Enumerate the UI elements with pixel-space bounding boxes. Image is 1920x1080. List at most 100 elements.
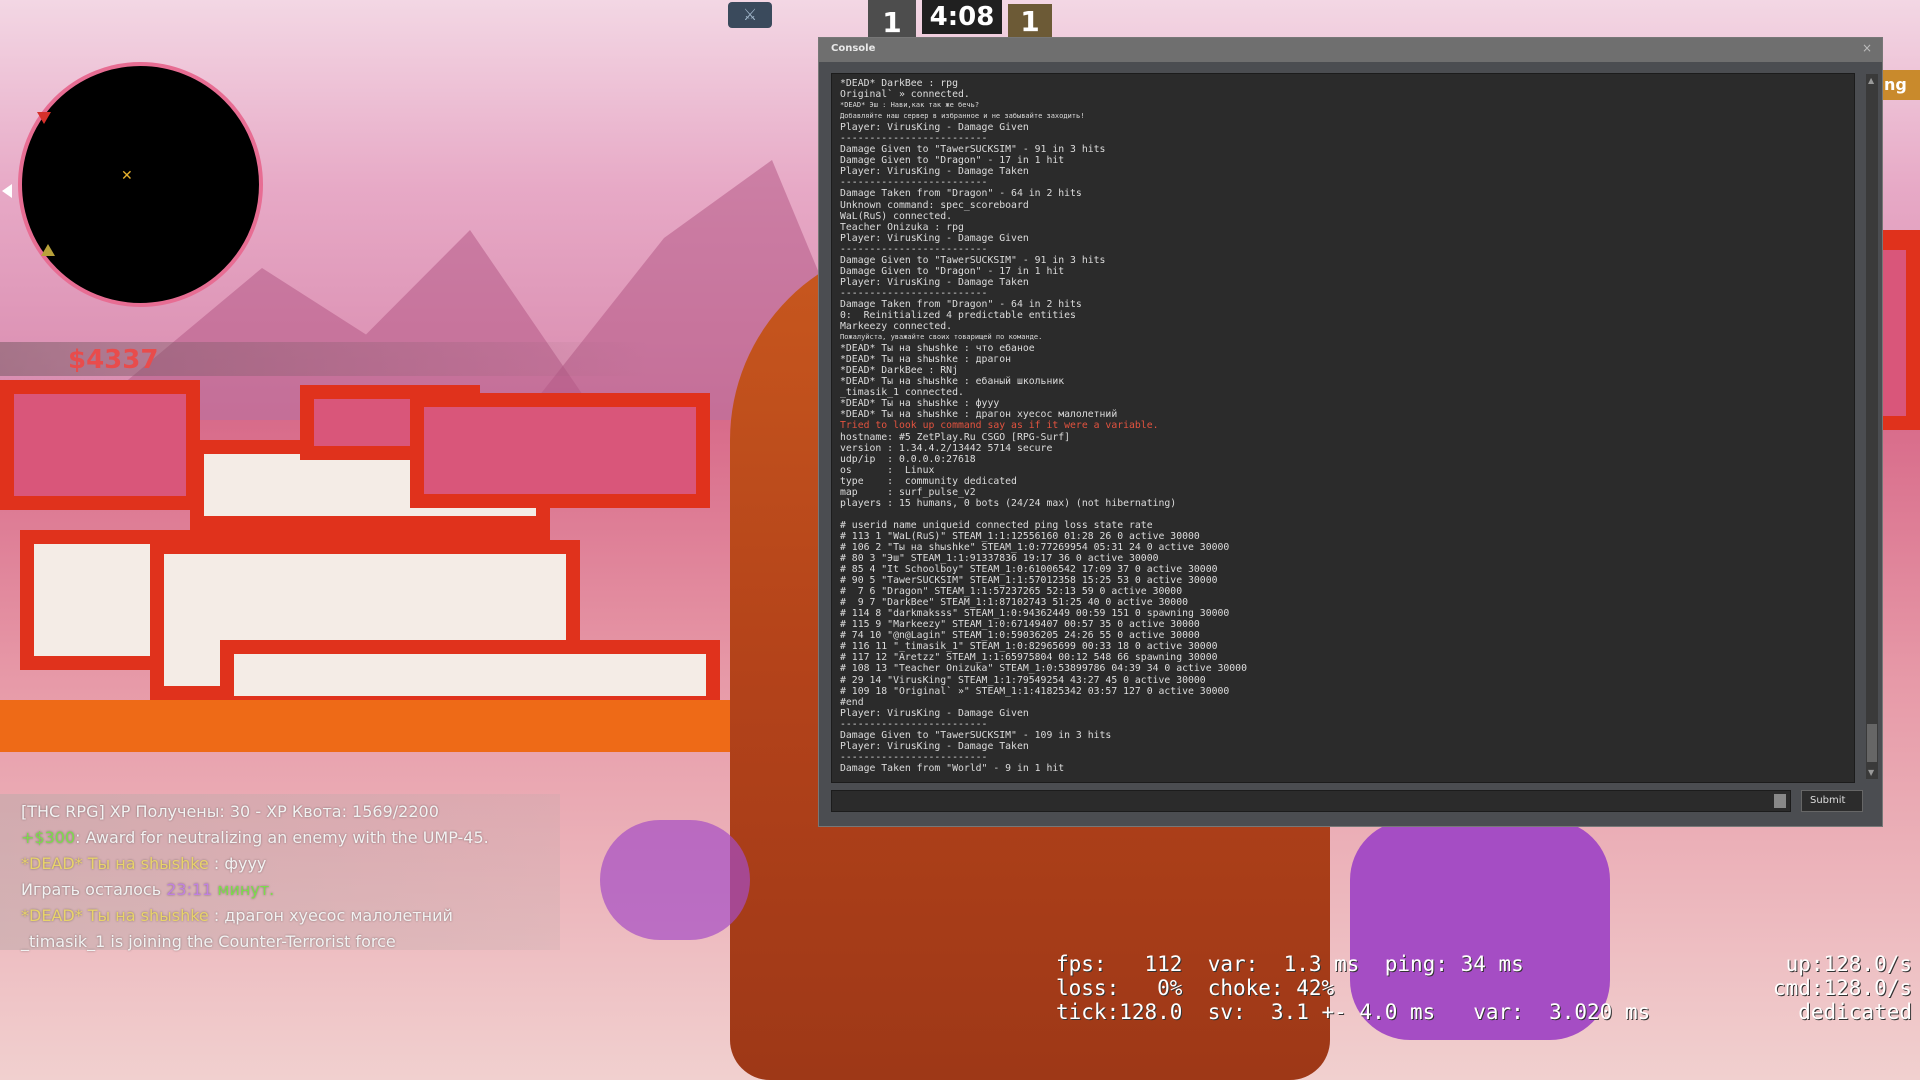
console-line: -------------------------	[840, 177, 988, 189]
console-line: Markeezy connected.	[840, 321, 953, 333]
chat-segment: +$300	[21, 828, 76, 847]
console-line: -------------------------	[840, 718, 988, 730]
close-icon[interactable]: ×	[1862, 41, 1872, 55]
console-line: *DEAD* Ты на shыshke : драгон	[840, 354, 1012, 366]
platform-block	[0, 380, 200, 510]
scroll-thumb[interactable]	[1867, 724, 1877, 762]
console-line: # 114 8 "darkmaksss" STEAM_1:0:94362449 …	[840, 608, 1230, 620]
console-line: # 74 10 "@n@Lagin" STEAM_1:0:59036205 24…	[840, 630, 1200, 642]
ct-score: 1	[882, 6, 902, 39]
money-amount: $4337	[68, 345, 159, 375]
console-line: *DEAD* DarkBee : rpg	[840, 78, 958, 89]
scroll-down-icon[interactable]: ▼	[1868, 768, 1874, 777]
chat-segment: 23:11	[166, 880, 213, 899]
console-line: map : surf_pulse_v2	[840, 486, 976, 498]
console-line: udp/ip : 0.0.0.0:27618	[840, 453, 976, 465]
radar-direction-icon	[2, 184, 12, 198]
console-line: # 117 12 "Aretzz" STEAM_1:1:65975804 00:…	[840, 652, 1218, 664]
console-titlebar[interactable]: Console ×	[819, 38, 1882, 62]
console-line: version : 1.34.4.2/13442 5714 secure	[840, 442, 1053, 454]
console-line: # 9 7 "DarkBee" STEAM_1:1:87102743 51:25…	[840, 597, 1188, 609]
console-line: Teacher Onizuka : rpg	[840, 221, 964, 233]
console-line: Damage Given to "Dragon" - 17 in 1 hit	[840, 265, 1065, 277]
console-line: Player: VirusKing - Damage Taken	[840, 166, 1029, 178]
console-line: # 108 13 "Teacher Onizuka" STEAM_1:0:538…	[840, 663, 1247, 675]
netgraph-server-type: dedicated	[1798, 1000, 1912, 1024]
console-line: os : Linux	[840, 464, 935, 476]
console-window[interactable]: Console × *DEAD* DarkBee : rpg Original` …	[818, 37, 1883, 827]
console-line: 0: Reinitialized 4 predictable entities	[840, 309, 1076, 321]
console-line: -------------------------	[840, 133, 988, 145]
console-line: Damage Given to "TawerSUCKSIM" - 91 in 3…	[840, 144, 1106, 156]
console-line: # userid name uniqueid connected ping lo…	[840, 519, 1153, 531]
console-line: *DEAD* Ты на shыshke : драгон хуесос мал…	[840, 409, 1118, 421]
console-line: *DEAD* DarkBee : RNj	[840, 365, 958, 377]
console-line: *DEAD* Ты на shыshke : что ебаное	[840, 343, 1035, 355]
console-lines: *DEAD* DarkBee : rpg Original` » connecte…	[840, 78, 1840, 774]
console-line: -------------------------	[840, 243, 988, 255]
console-line: Player: VirusKing - Damage Taken	[840, 276, 1029, 288]
floor-edge	[0, 700, 780, 752]
console-line: # 113 1 "WaL(RuS)" STEAM_1:1:12556160 01…	[840, 530, 1200, 542]
chat-line: _timasik_1 is joining the Counter-Terror…	[21, 932, 396, 951]
t-score: 1	[1008, 4, 1052, 40]
round-timer: 4:08	[922, 0, 1002, 34]
console-line: # 106 2 "Ты на shыshke" STEAM_1:0:772699…	[840, 541, 1230, 553]
console-line: Damage Taken from "Dragon" - 64 in 2 hit…	[840, 188, 1082, 200]
console-line: Добавляйте наш сервер в избранное и не з…	[840, 112, 1085, 121]
chat-segment: : драгон хуесос малолетний	[208, 906, 453, 925]
ct-score-box: 1	[868, 0, 916, 40]
chat-segment: *DEAD* Ты на shыshke	[21, 906, 209, 925]
console-line: Пожалуйста, уважайте своих товарищей по …	[840, 333, 1043, 342]
console-title: Console	[831, 43, 876, 54]
console-output[interactable]: *DEAD* DarkBee : rpg Original` » connecte…	[831, 73, 1855, 783]
console-line: *DEAD* Ты на shыshke : фууу	[840, 398, 1000, 410]
chat-line: *DEAD* Ты на shыshke : драгон хуесос мал…	[21, 906, 453, 925]
chat-segment: *DEAD* Ты на shыshke	[21, 854, 209, 873]
console-scrollbar[interactable]: ▲ ▼	[1866, 74, 1878, 779]
netgraph-cmd: cmd:128.0/s	[1772, 976, 1912, 1000]
console-line: # 85 4 "It Schoolboy" STEAM_1:0:61006542…	[840, 564, 1218, 576]
chat-line: +$300: Award for neutralizing an enemy w…	[21, 828, 489, 847]
submit-button[interactable]: Submit	[1801, 790, 1863, 812]
ct-team-icon: ⚔	[728, 2, 772, 28]
chat-segment: минут.	[212, 880, 275, 899]
console-input[interactable]	[831, 790, 1791, 812]
console-line: Player: VirusKing - Damage Taken	[840, 740, 1029, 752]
console-line: WaL(RuS) connected.	[840, 210, 953, 222]
offscreen-label: ng	[1880, 70, 1920, 100]
console-line: players : 15 humans, 0 bots (24/24 max) …	[840, 497, 1177, 509]
console-line: # 109 18 "Original` »" STEAM_1:1:4182534…	[840, 685, 1230, 697]
chat-segment: Играть осталось	[21, 880, 167, 899]
console-line: Player: VirusKing - Damage Given	[840, 707, 1029, 719]
console-line: -------------------------	[840, 287, 988, 299]
console-line: *DEAD* Эш : Нави,как так же бечь?	[840, 101, 980, 110]
scroll-up-icon[interactable]: ▲	[1868, 76, 1874, 85]
console-line: Damage Given to "TawerSUCKSIM" - 109 in …	[840, 729, 1112, 741]
console-line: hostname: #5 ZetPlay.Ru CSGO [RPG-Surf]	[840, 431, 1071, 443]
chat-line: *DEAD* Ты на shыshke : фууу	[21, 854, 266, 873]
console-line: # 80 3 "Эш" STEAM_1:1:91337836 19:17 36 …	[840, 553, 1159, 565]
chat-line: Играть осталось 23:11 минут.	[21, 880, 274, 899]
netgraph-fps: fps: 112 var: 1.3 ms ping: 34 ms	[1056, 952, 1524, 976]
console-line: -------------------------	[840, 751, 988, 763]
console-line: # 115 9 "Markeezy" STEAM_1:0:67149407 00…	[840, 619, 1200, 631]
console-line: Damage Given to "Dragon" - 17 in 1 hit	[840, 155, 1065, 167]
radar-bomb-site-icon: ✕	[121, 168, 133, 184]
console-line: Unknown command: spec_scoreboard	[840, 199, 1029, 211]
autocomplete-icon[interactable]	[1774, 794, 1786, 808]
console-line: Damage Taken from "Dragon" - 64 in 2 hit…	[840, 298, 1082, 310]
console-line: # 29 14 "VirusKing" STEAM_1:1:79549254 4…	[840, 674, 1206, 686]
radar-enemy-icon	[37, 112, 51, 124]
console-line: Player: VirusKing - Damage Given	[840, 122, 1029, 134]
console-line: Tried to look up command say as if it we…	[840, 420, 1159, 432]
console-line: # 90 5 "TawerSUCKSIM" STEAM_1:1:57012358…	[840, 575, 1218, 587]
console-line: _timasik_1 connected.	[840, 387, 964, 399]
radar-minimap: ✕	[18, 62, 263, 307]
chat-line: [THC RPG] XP Получены: 30 - XP Квота: 15…	[21, 802, 439, 821]
netgraph-loss: loss: 0% choke: 42%	[1056, 976, 1335, 1000]
chat-feed: [THC RPG] XP Получены: 30 - XP Квота: 15…	[0, 794, 560, 951]
console-line: Damage Taken from "World" - 9 in 1 hit	[840, 762, 1065, 774]
console-line: type : community dedicated	[840, 475, 1017, 487]
